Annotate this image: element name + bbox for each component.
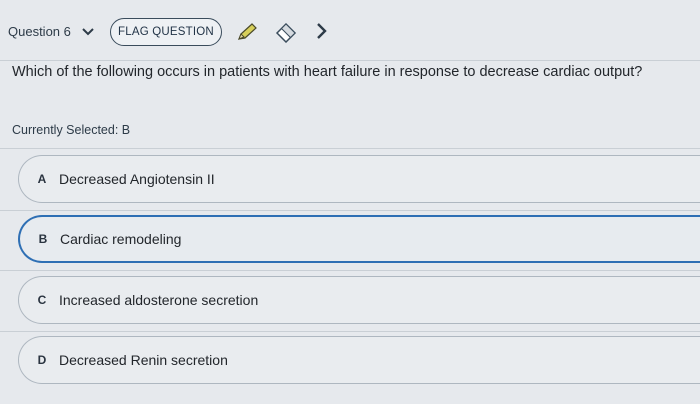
option-letter: C [37, 293, 47, 307]
option-divider [0, 331, 700, 332]
option-label: Increased aldosterone secretion [59, 292, 259, 308]
question-selector-label: Question 6 [8, 24, 71, 39]
header-divider [0, 60, 700, 61]
question-text: Which of the following occurs in patient… [12, 64, 643, 80]
option-divider [0, 270, 700, 271]
option-divider [0, 210, 700, 211]
option-b[interactable]: B Cardiac remodeling [18, 215, 700, 263]
option-d[interactable]: D Decreased Renin secretion [18, 336, 700, 384]
chevron-right-icon[interactable] [314, 20, 330, 42]
quiz-header: Question 6 FLAG QUESTION [0, 0, 700, 62]
options-divider [0, 148, 700, 149]
flag-question-button[interactable]: FLAG QUESTION [110, 18, 222, 46]
pencil-icon[interactable] [236, 22, 258, 42]
eraser-icon[interactable] [274, 21, 298, 43]
option-label: Decreased Angiotensin II [59, 171, 215, 187]
chevron-down-icon [82, 27, 94, 35]
current-selection: Currently Selected: B [12, 123, 131, 137]
option-letter: D [37, 353, 47, 367]
option-a[interactable]: A Decreased Angiotensin II [18, 155, 700, 203]
option-label: Cardiac remodeling [60, 231, 182, 247]
option-letter: B [38, 232, 48, 246]
question-selector[interactable]: Question 6 [8, 24, 95, 39]
option-letter: A [37, 172, 47, 186]
option-c[interactable]: C Increased aldosterone secretion [18, 276, 700, 324]
option-label: Decreased Renin secretion [59, 352, 228, 368]
